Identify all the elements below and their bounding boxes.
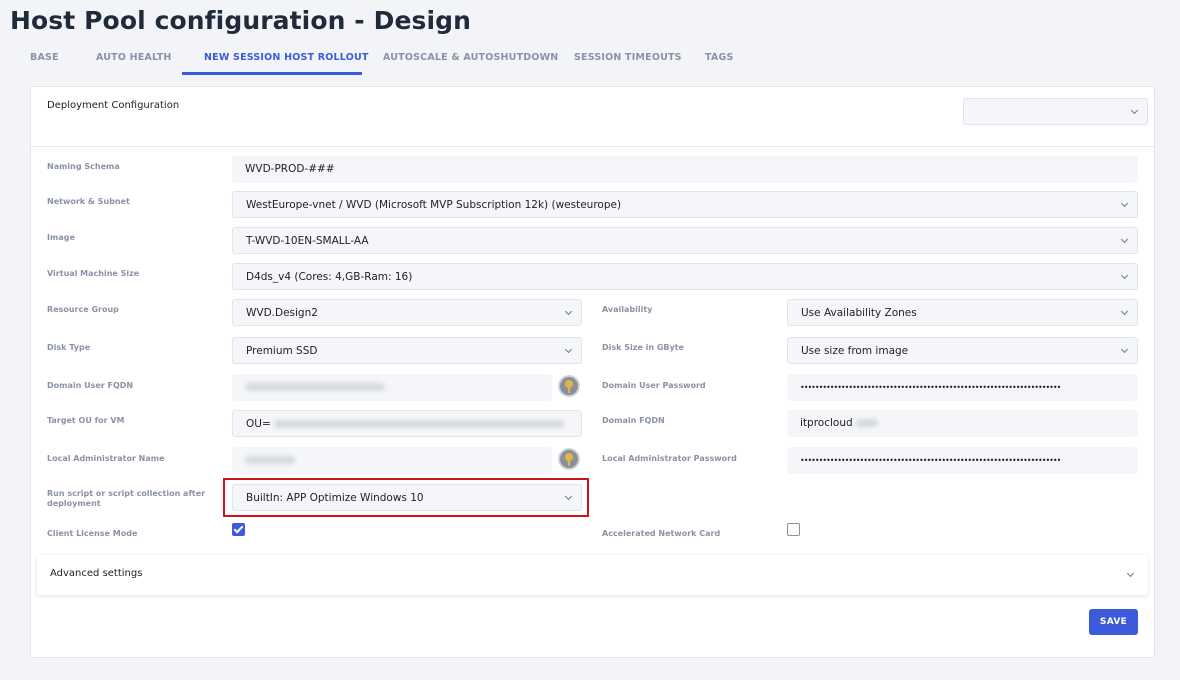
local-admin-password-input[interactable]: ••••••••••••••••••••••••••••••••••••••••… <box>787 447 1138 474</box>
disk-size-select[interactable]: Use size from image <box>787 337 1138 364</box>
resource-group-select[interactable]: WVD.Design2 <box>232 299 582 326</box>
run-script-label-line2: deployment <box>47 499 101 508</box>
client-license-mode-checkbox[interactable] <box>232 523 245 536</box>
chevron-down-icon <box>1120 199 1129 208</box>
domain-fqdn-value: itprocloud <box>800 417 853 429</box>
local-admin-name-input[interactable] <box>232 447 552 474</box>
chevron-down-icon <box>1126 569 1135 578</box>
resource-group-label: Resource Group <box>47 305 119 314</box>
advanced-settings-label: Advanced settings <box>50 568 143 579</box>
redacted-text <box>856 419 878 427</box>
image-select[interactable]: T-WVD-10EN-SMALL-AA <box>232 227 1138 254</box>
vm-size-select[interactable]: D4ds_v4 (Cores: 4,GB-Ram: 16) <box>232 263 1138 290</box>
configuration-select[interactable] <box>963 98 1148 125</box>
save-button[interactable]: SAVE <box>1089 609 1138 635</box>
availability-select[interactable]: Use Availability Zones <box>787 299 1138 326</box>
image-value: T-WVD-10EN-SMALL-AA <box>246 235 369 247</box>
chevron-down-icon <box>1120 235 1129 244</box>
target-ou-value: OU= <box>246 418 271 430</box>
run-script-label-line1: Run script or script collection after <box>47 489 206 498</box>
chevron-down-icon <box>1120 271 1129 280</box>
redacted-text <box>274 420 565 428</box>
tab-session-timeouts[interactable]: SESSION TIMEOUTS <box>574 52 682 63</box>
active-tab-indicator <box>182 72 362 75</box>
domain-fqdn-input[interactable]: itprocloud <box>787 410 1138 437</box>
network-subnet-select[interactable]: WestEurope-vnet / WVD (Microsoft MVP Sub… <box>232 191 1138 218</box>
chevron-down-icon <box>564 345 573 354</box>
disk-size-value: Use size from image <box>801 345 909 357</box>
redacted-text <box>245 456 295 464</box>
domain-user-fqdn-input[interactable] <box>232 374 552 401</box>
availability-value: Use Availability Zones <box>801 307 917 319</box>
section-divider <box>31 146 1154 147</box>
image-label: Image <box>47 233 75 242</box>
target-ou-label: Target OU for VM <box>47 416 125 425</box>
naming-schema-input[interactable]: WVD-PROD-### <box>232 156 1138 183</box>
resource-group-value: WVD.Design2 <box>246 307 318 319</box>
availability-label: Availability <box>602 305 653 314</box>
chevron-down-icon <box>1120 345 1129 354</box>
accelerated-network-checkbox[interactable] <box>787 523 800 536</box>
disk-type-label: Disk Type <box>47 343 91 352</box>
network-subnet-label: Network & Subnet <box>47 197 130 206</box>
advanced-settings-panel[interactable]: Advanced settings <box>37 555 1148 595</box>
client-license-mode-label: Client License Mode <box>47 529 138 538</box>
key-icon[interactable] <box>558 448 580 470</box>
section-title: Deployment Configuration <box>47 100 180 111</box>
disk-size-label: Disk Size in GByte <box>602 343 684 352</box>
accelerated-network-label: Accelerated Network Card <box>602 529 721 538</box>
tab-new-session-host-rollout[interactable]: NEW SESSION HOST ROLLOUT <box>204 52 369 63</box>
chevron-down-icon <box>1120 307 1129 316</box>
vm-size-value: D4ds_v4 (Cores: 4,GB-Ram: 16) <box>246 271 413 283</box>
domain-user-fqdn-label: Domain User FQDN <box>47 381 134 390</box>
tab-tags[interactable]: TAGS <box>705 52 734 63</box>
page-title: Host Pool configuration - Design <box>10 6 472 35</box>
tab-auto-health[interactable]: AUTO HEALTH <box>96 52 172 63</box>
disk-type-select[interactable]: Premium SSD <box>232 337 582 364</box>
highlight-box <box>223 478 589 517</box>
domain-user-password-input[interactable]: ••••••••••••••••••••••••••••••••••••••••… <box>787 374 1138 401</box>
tab-base[interactable]: BASE <box>30 52 59 63</box>
network-subnet-value: WestEurope-vnet / WVD (Microsoft MVP Sub… <box>246 199 622 211</box>
local-admin-name-label: Local Administrator Name <box>47 454 165 463</box>
domain-user-password-label: Domain User Password <box>602 381 706 390</box>
target-ou-select[interactable]: OU= <box>232 410 582 437</box>
vm-size-label: Virtual Machine Size <box>47 269 140 278</box>
key-icon[interactable] <box>558 375 580 397</box>
tab-autoscale-autoshutdown[interactable]: AUTOSCALE & AUTOSHUTDOWN <box>383 52 558 63</box>
naming-schema-label: Naming Schema <box>47 162 120 171</box>
disk-type-value: Premium SSD <box>246 345 318 357</box>
local-admin-password-label: Local Administrator Password <box>602 454 737 463</box>
chevron-down-icon <box>564 307 573 316</box>
domain-fqdn-label: Domain FQDN <box>602 416 665 425</box>
redacted-text <box>245 383 385 391</box>
chevron-down-icon <box>1130 106 1139 115</box>
